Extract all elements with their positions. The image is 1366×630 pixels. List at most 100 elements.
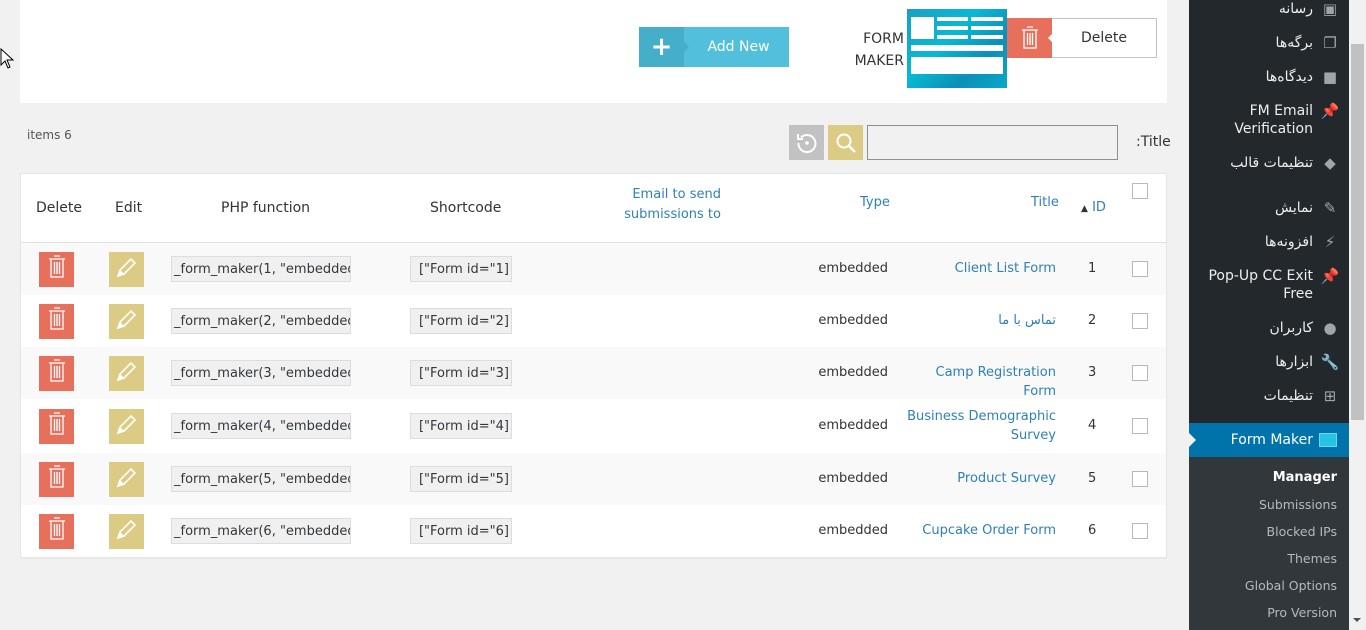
delete-row-button[interactable] [39,355,74,391]
delete-row-button[interactable] [39,408,74,444]
logo-text-line1: FORM [863,31,904,47]
row-checkbox[interactable] [1132,523,1148,539]
sidebar-item-tools[interactable]: ابزارها 🔧 [1189,353,1349,371]
title-link[interactable]: Client List Form [906,259,1056,278]
sidebar-item-label: نمایش [1274,200,1313,216]
submenu-global-options[interactable]: Global Options [1245,578,1337,593]
id-cell: 3 [1088,365,1097,380]
php-function-field[interactable]: _form_maker(3, "embedded?> [171,360,351,386]
scrollbar-thumb[interactable] [1351,44,1364,420]
pencil-icon [115,412,139,440]
edit-row-button[interactable] [109,303,144,339]
sort-asc-icon: ▲ [1081,204,1088,214]
edit-row-button[interactable] [109,513,144,549]
comments-icon: ■ [1322,68,1338,86]
submenu-submissions[interactable]: Submissions [1259,497,1337,512]
table-row: _form_maker(4, "embedded?> ["Form id="4] e… [21,399,1166,453]
row-checkbox[interactable] [1132,261,1148,277]
shortcode-field[interactable]: ["Form id="1] [410,256,512,282]
add-new-button[interactable]: + Add New [639,27,789,67]
php-function-field[interactable]: _form_maker(4, "embedded?> [171,413,351,439]
col-php-function: PHP function [221,200,311,216]
sidebar-item-plugins[interactable]: افزونه‌ها ⚡ [1189,233,1349,251]
sidebar-item-settings[interactable]: تنظیمات ⊞ [1189,387,1349,405]
delete-row-button[interactable] [39,513,74,549]
scroll-down-arrow-icon[interactable] [1353,618,1361,622]
php-function-field[interactable]: _form_maker(5, "embedded?> [171,466,351,492]
sidebar-item-form-maker[interactable]: Form Maker [1189,423,1349,457]
row-checkbox[interactable] [1132,365,1148,381]
php-function-field[interactable]: _form_maker(2, "embedded?> [171,308,351,334]
pin-icon: 📌 [1320,102,1340,120]
form-maker-logo-text: FORM MAKER [844,28,904,72]
shortcode-field[interactable]: ["Form id="2] [410,308,512,334]
pencil-icon [115,307,139,335]
title-line2: Survey [1010,428,1056,443]
col-shortcode: Shortcode [430,200,502,216]
col-type-sort[interactable]: Type [860,195,890,210]
title-link[interactable]: Cupcake Order Form [906,521,1056,540]
sidebar-item-theme-settings[interactable]: تنظیمات قالب ◆ [1189,154,1349,172]
edit-row-button[interactable] [109,461,144,497]
pages-icon: ❐ [1323,34,1337,52]
delete-row-button[interactable] [39,461,74,497]
trash-icon [1007,18,1053,58]
edit-row-button[interactable] [109,355,144,391]
sidebar-item-media[interactable]: رسانه ▣ [1189,0,1349,18]
title-link[interactable]: Business Demographic Survey [906,407,1056,445]
submenu-pro-version[interactable]: Pro Version [1267,605,1337,620]
submenu-manager[interactable]: Manager [1273,470,1337,485]
shortcode-field[interactable]: ["Form id="4] [410,413,512,439]
row-checkbox[interactable] [1132,418,1148,434]
type-cell: embedded [818,313,888,328]
search-title-input[interactable] [867,125,1118,160]
table-row: _form_maker(6, "embedded?> ["Form id="6] e… [21,505,1166,557]
col-id-sort[interactable]: ▲ ID [1081,200,1106,215]
sidebar-item-popup-cc-exit[interactable]: Pop-Up CC Exit Free 📌 [1189,267,1349,303]
sidebar-item-label: تنظیمات قالب [1230,155,1313,171]
title-link[interactable]: تماس با ما [906,311,1056,330]
shortcode-field[interactable]: ["Form id="3] [410,360,512,386]
trash-icon [48,255,66,283]
appearance-icon: ✎ [1323,199,1337,217]
edit-row-button[interactable] [109,251,144,287]
sidebar-item-users[interactable]: کاربران ● [1189,319,1349,337]
edit-row-button[interactable] [109,408,144,444]
select-all-checkbox[interactable] [1132,183,1148,199]
col-id-label: ID [1092,200,1106,215]
pencil-icon [115,517,139,545]
delete-row-button[interactable] [39,303,74,339]
submenu-themes[interactable]: Themes [1287,551,1337,566]
trash-icon [48,412,66,440]
page-scrollbar[interactable] [1349,0,1366,630]
sidebar-item-label: افزونه‌ها [1264,234,1313,250]
shortcode-field[interactable]: ["Form id="5] [410,466,512,492]
row-checkbox[interactable] [1132,471,1148,487]
shortcode-field[interactable]: ["Form id="6] [410,518,512,544]
type-cell: embedded [818,471,888,486]
php-function-field[interactable]: _form_maker(1, "embedded?> [171,256,351,282]
sidebar-item-fm-email-verification[interactable]: FM Email Verification 📌 [1189,102,1349,138]
col-email-line1: Email to send [632,187,721,202]
col-delete: Delete [36,200,82,216]
col-email-sort[interactable]: Email to send submissions to [621,185,721,225]
sidebar-item-appearance[interactable]: نمایش ✎ [1189,199,1349,217]
search-button[interactable] [828,125,863,160]
title-link[interactable]: Product Survey [906,469,1056,488]
php-function-field[interactable]: _form_maker(6, "embedded?> [171,518,351,544]
sidebar-item-comments[interactable]: دیدگاه‌ها ■ [1189,68,1349,86]
title-link[interactable]: Camp Registration Form [906,363,1057,401]
id-cell: 1 [1088,261,1097,276]
delete-row-button[interactable] [39,251,74,287]
reset-button[interactable] [789,125,824,160]
row-checkbox[interactable] [1132,313,1148,329]
sidebar-item-pages[interactable]: برگه‌ها ❐ [1189,34,1349,52]
col-edit: Edit [115,200,143,216]
form-maker-submenu: Manager Submissions Blocked IPs Themes G… [1189,457,1349,630]
submenu-blocked-ips[interactable]: Blocked IPs [1267,524,1337,539]
table-row: _form_maker(2, "embedded?> ["Form id="2] e… [21,295,1166,347]
bulk-delete-button[interactable]: Delete [1007,18,1157,58]
table-row: _form_maker(3, "embedded?> ["Form id="3] e… [21,347,1166,399]
col-title-sort[interactable]: Title [1031,195,1059,210]
sidebar-item-label: ابزارها [1275,354,1313,370]
